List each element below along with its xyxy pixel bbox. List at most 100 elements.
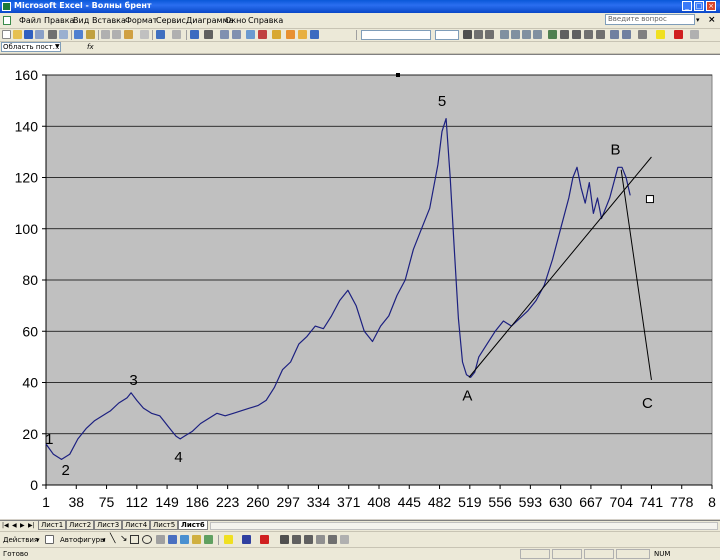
- insert-function-icon[interactable]: fx: [87, 43, 94, 51]
- fill-color-icon[interactable]: [656, 30, 665, 39]
- new-icon[interactable]: [2, 30, 11, 39]
- last-sheet-icon[interactable]: ▶|: [28, 522, 35, 529]
- currency-icon[interactable]: [548, 30, 557, 39]
- paste-icon[interactable]: [124, 30, 133, 39]
- menu-insert[interactable]: Вставка: [92, 16, 126, 25]
- italic-icon[interactable]: [474, 30, 483, 39]
- ask-question-input[interactable]: Введите вопрос: [605, 14, 695, 25]
- legend-icon[interactable]: [298, 30, 307, 39]
- print-preview-icon[interactable]: [59, 30, 68, 39]
- menu-tools[interactable]: Сервис: [156, 16, 186, 25]
- drawing-options-icon[interactable]: [340, 535, 349, 544]
- help-icon[interactable]: [310, 30, 319, 39]
- copy-icon[interactable]: [112, 30, 121, 39]
- print-icon[interactable]: [48, 30, 57, 39]
- decrease-decimal-icon[interactable]: [596, 30, 605, 39]
- sheet-tab-1[interactable]: Лист1: [38, 521, 67, 530]
- diagram-icon[interactable]: [180, 535, 189, 544]
- merge-center-icon[interactable]: [533, 30, 542, 39]
- autoshapes-dropdown-icon[interactable]: ▾: [102, 536, 106, 544]
- minimize-button[interactable]: _: [682, 1, 692, 11]
- hyperlink-icon[interactable]: [190, 30, 199, 39]
- first-sheet-icon[interactable]: |◀: [2, 522, 9, 529]
- spelling-icon[interactable]: [74, 30, 83, 39]
- sheet-tab-4[interactable]: Лист4: [122, 521, 151, 530]
- text-box-icon[interactable]: [156, 535, 165, 544]
- arrow-style-icon[interactable]: [304, 535, 313, 544]
- toolbar-options-icon[interactable]: [690, 30, 699, 39]
- increase-decimal-icon[interactable]: [584, 30, 593, 39]
- next-sheet-icon[interactable]: ▶: [20, 522, 25, 529]
- picture-icon[interactable]: [204, 535, 213, 544]
- font-name-combo[interactable]: [361, 30, 431, 40]
- align-left-icon[interactable]: [500, 30, 509, 39]
- font-color-icon[interactable]: [260, 535, 269, 544]
- menu-window[interactable]: Окно: [225, 16, 246, 25]
- chart-type-icon[interactable]: [286, 30, 295, 39]
- comma-style-icon[interactable]: [572, 30, 581, 39]
- arrow-tool-icon[interactable]: ↘: [120, 534, 128, 544]
- horizontal-scrollbar[interactable]: [210, 522, 718, 530]
- open-icon[interactable]: [13, 30, 22, 39]
- sort-ascending-icon[interactable]: [220, 30, 229, 39]
- prev-sheet-icon[interactable]: ◀: [12, 522, 17, 529]
- borders-icon[interactable]: [638, 30, 647, 39]
- menu-format[interactable]: Формат: [125, 16, 157, 25]
- sheet-tab-3[interactable]: Лист3: [94, 521, 123, 530]
- close-button[interactable]: ×: [706, 1, 716, 11]
- clip-art-icon[interactable]: [192, 535, 201, 544]
- line-style-icon[interactable]: [280, 535, 289, 544]
- bold-icon[interactable]: [463, 30, 472, 39]
- menu-edit[interactable]: Правка: [44, 16, 74, 25]
- redo-icon[interactable]: [172, 30, 181, 39]
- menu-help[interactable]: Справка: [248, 16, 283, 25]
- format-painter-icon[interactable]: [140, 30, 149, 39]
- drawing-icon[interactable]: [258, 30, 267, 39]
- percent-icon[interactable]: [560, 30, 569, 39]
- dash-style-icon[interactable]: [292, 535, 301, 544]
- line-color-icon[interactable]: [242, 535, 251, 544]
- decrease-indent-icon[interactable]: [610, 30, 619, 39]
- fill-color-icon[interactable]: [224, 535, 233, 544]
- menu-file[interactable]: Файл: [19, 16, 41, 25]
- chart-wizard-icon[interactable]: [246, 30, 255, 39]
- research-icon[interactable]: [86, 30, 95, 39]
- actions-dropdown-icon[interactable]: ▾: [36, 536, 40, 544]
- ask-dropdown-icon[interactable]: ▾: [696, 16, 700, 24]
- name-box[interactable]: Область пост…: [1, 42, 61, 52]
- actions-menu[interactable]: Действия: [3, 536, 38, 544]
- workbook-close-icon[interactable]: ×: [708, 15, 716, 25]
- sheet-tab-6[interactable]: Лист6: [178, 521, 208, 530]
- font-color-icon[interactable]: [674, 30, 683, 39]
- x-tick-label: 556: [488, 494, 512, 510]
- chart-sheet[interactable]: 0 20 40 60 80 100 120 140 160 1 38 75 112 149 186 223 26…: [0, 54, 720, 519]
- sheet-tab-5[interactable]: Лист5: [150, 521, 179, 530]
- autosum-icon[interactable]: [204, 30, 213, 39]
- oval-tool-icon[interactable]: [142, 535, 152, 544]
- sheet-tab-2[interactable]: Лист2: [66, 521, 95, 530]
- select-objects-icon[interactable]: [45, 535, 54, 544]
- workbook-icon[interactable]: [3, 16, 11, 25]
- autoshapes-menu[interactable]: Автофигуры: [60, 536, 106, 544]
- sort-descending-icon[interactable]: [232, 30, 241, 39]
- rectangle-tool-icon[interactable]: [130, 535, 139, 544]
- align-right-icon[interactable]: [522, 30, 531, 39]
- permission-icon[interactable]: [35, 30, 44, 39]
- increase-indent-icon[interactable]: [622, 30, 631, 39]
- align-center-icon[interactable]: [511, 30, 520, 39]
- line-tool-icon[interactable]: ╲: [110, 534, 115, 544]
- save-icon[interactable]: [24, 30, 33, 39]
- name-box-dropdown-icon[interactable]: ▼: [55, 43, 60, 50]
- shadow-style-icon[interactable]: [316, 535, 325, 544]
- 3d-style-icon[interactable]: [328, 535, 337, 544]
- line-chart[interactable]: 0204060801001201401601 38 75 112 149 186 223 26…: [0, 55, 720, 519]
- cut-icon[interactable]: [101, 30, 110, 39]
- undo-icon[interactable]: [156, 30, 165, 39]
- menu-view[interactable]: Вид: [73, 16, 89, 25]
- zoom-icon[interactable]: [272, 30, 281, 39]
- maximize-button[interactable]: □: [694, 1, 704, 11]
- wordart-icon[interactable]: [168, 535, 177, 544]
- x-tick-label: 593: [519, 494, 543, 510]
- font-size-combo[interactable]: [435, 30, 459, 40]
- underline-icon[interactable]: [485, 30, 494, 39]
